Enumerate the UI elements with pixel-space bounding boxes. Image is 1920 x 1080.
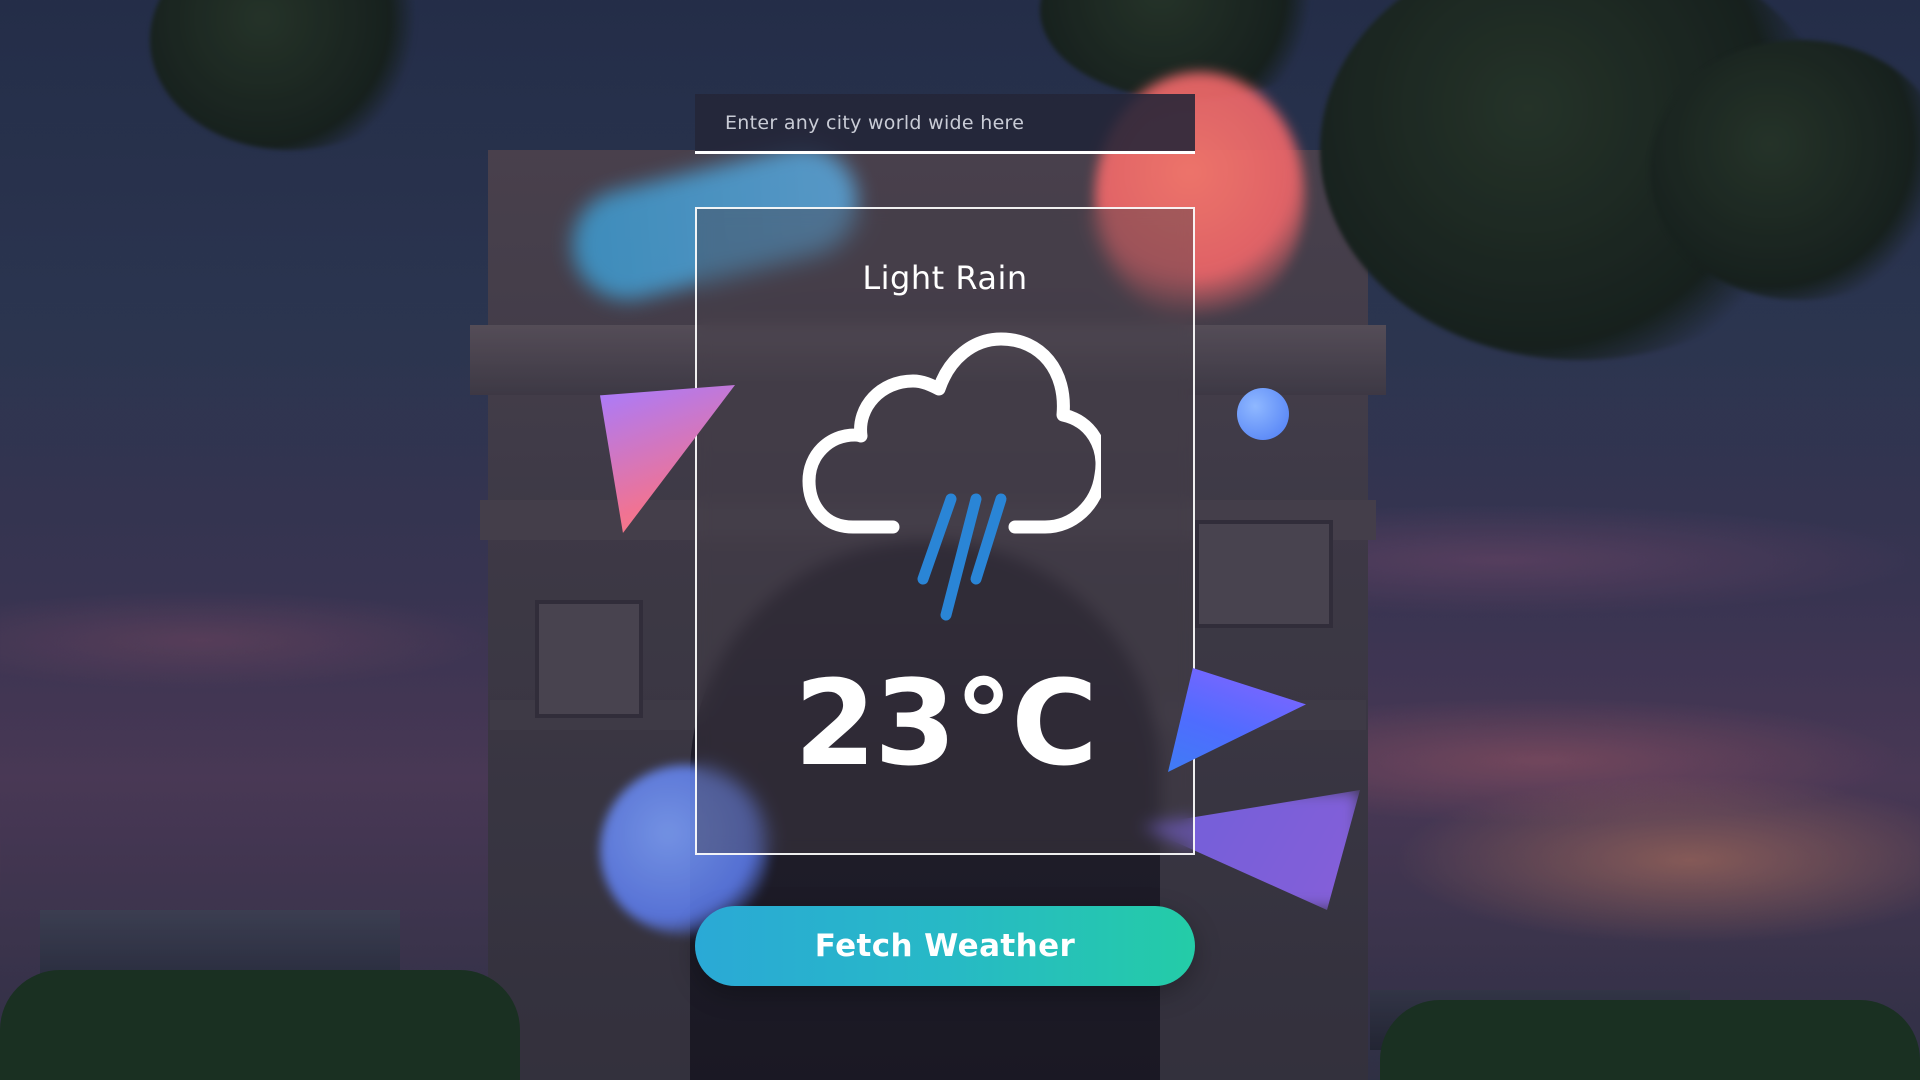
city-search-input[interactable] bbox=[695, 94, 1195, 151]
buildings-right bbox=[1370, 990, 1690, 1050]
weather-condition-label: Light Rain bbox=[862, 259, 1028, 297]
arch-relief-left bbox=[535, 600, 643, 718]
tree-foliage-top-center bbox=[1040, 0, 1340, 100]
decorative-blue-dot-shape bbox=[1237, 388, 1289, 440]
fetch-weather-button[interactable]: Fetch Weather bbox=[695, 906, 1195, 986]
arch-relief-right bbox=[1195, 520, 1333, 628]
tree-foliage-top-left bbox=[150, 0, 430, 150]
bushes-left bbox=[0, 970, 520, 1080]
search-field-container bbox=[695, 94, 1195, 154]
tree-foliage-right bbox=[1650, 40, 1920, 300]
buildings-left bbox=[40, 910, 400, 1000]
temperature-value: 23°C bbox=[794, 654, 1098, 792]
weather-card: Light Rain 23°C bbox=[695, 207, 1195, 855]
tree-foliage-top-right bbox=[1320, 0, 1840, 360]
bushes-right bbox=[1380, 1000, 1920, 1080]
cloud-rain-icon bbox=[802, 332, 1101, 621]
